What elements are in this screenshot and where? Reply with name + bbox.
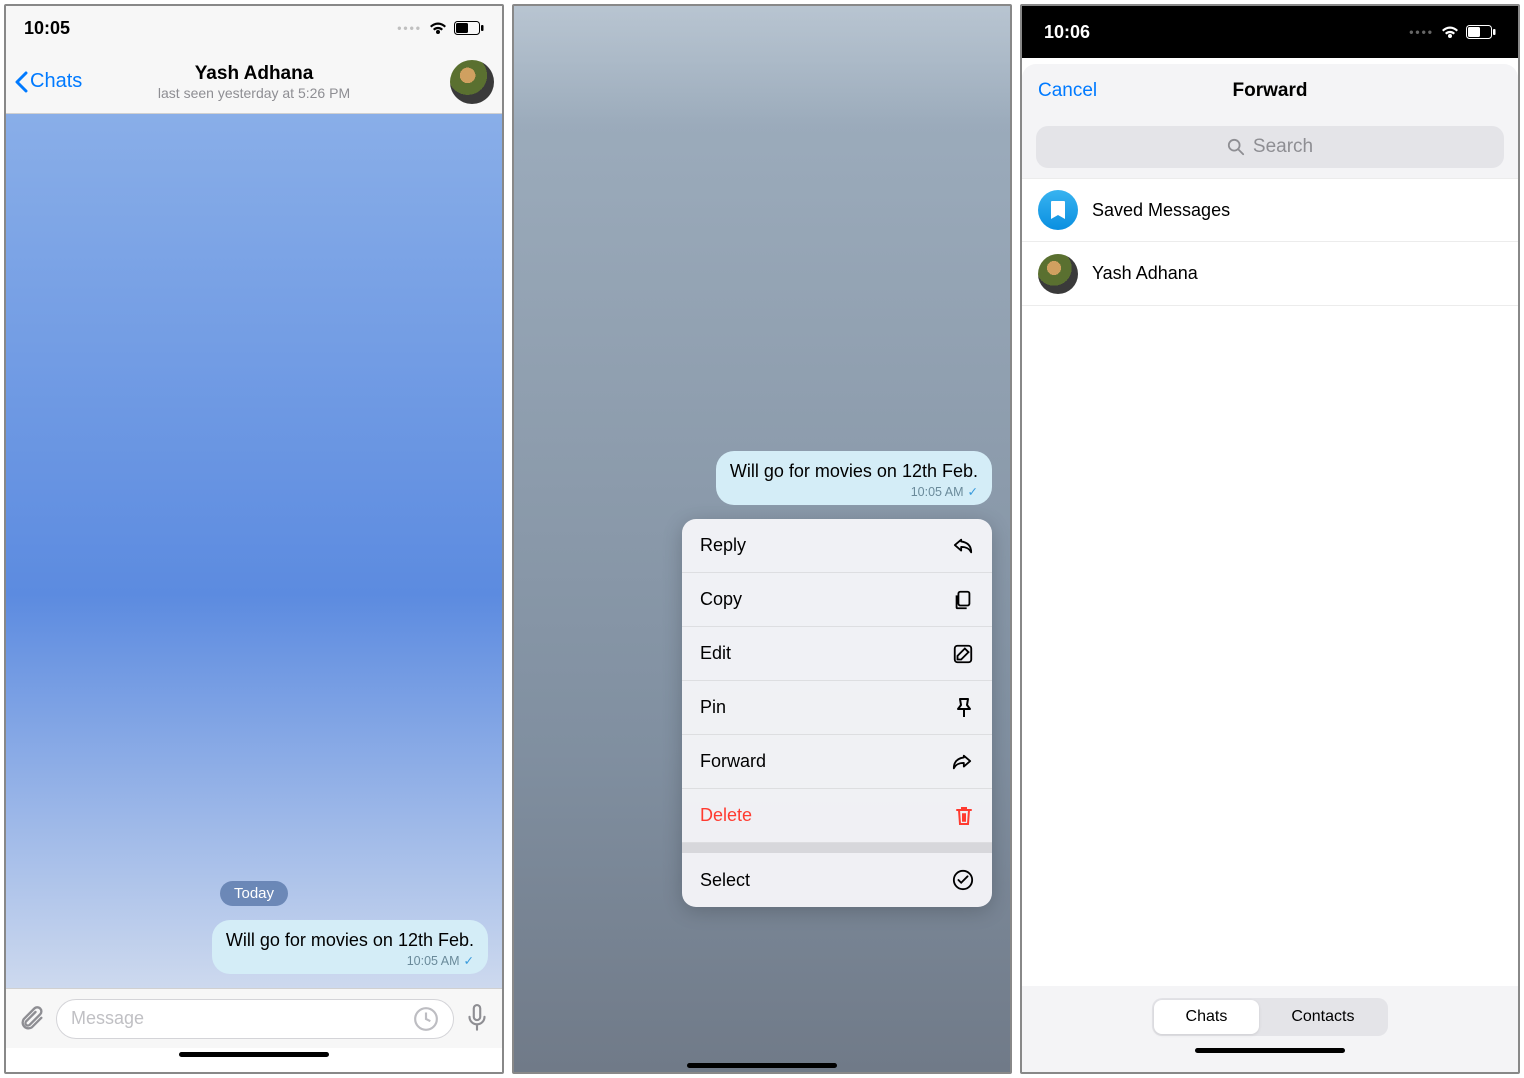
message-time: 10:05 AM (911, 485, 964, 499)
search-placeholder: Search (1253, 136, 1313, 158)
microphone-icon[interactable] (464, 1004, 490, 1034)
pin-icon (954, 697, 974, 719)
blurred-background (514, 6, 1010, 126)
status-right: •••• (1409, 24, 1496, 40)
status-bar: 10:05 •••• (6, 6, 502, 50)
back-button[interactable]: Chats (14, 70, 82, 93)
screen-forward: 10:06 •••• Cancel Forward Search Saved M… (1020, 4, 1520, 1074)
battery-icon (454, 21, 484, 35)
trash-icon (954, 805, 974, 827)
message-input[interactable]: Message (56, 999, 454, 1039)
sheet-title: Forward (1233, 80, 1308, 102)
chevron-left-icon (14, 71, 28, 93)
message-time: 10:05 AM (407, 954, 460, 968)
screen-chat: 10:05 •••• Chats Yash Adhana last seen y… (4, 4, 504, 1074)
copy-icon (952, 589, 974, 611)
segment-control: Chats Contacts (1152, 998, 1389, 1036)
last-seen-status: last seen yesterday at 5:26 PM (158, 85, 350, 101)
edit-icon (952, 643, 974, 665)
menu-separator (682, 843, 992, 853)
outgoing-message[interactable]: Will go for movies on 12th Feb. 10:05 AM… (212, 920, 488, 974)
menu-delete-label: Delete (700, 805, 752, 826)
date-separator: Today (220, 881, 288, 906)
forward-icon (950, 752, 974, 772)
row-label: Yash Adhana (1092, 263, 1198, 284)
message-input-bar: Message (6, 988, 502, 1048)
wifi-icon (428, 20, 448, 36)
status-bar: 10:06 •••• (1022, 6, 1518, 58)
selected-message[interactable]: Will go for movies on 12th Feb. 10:05 AM… (716, 451, 992, 505)
row-saved-messages[interactable]: Saved Messages (1022, 178, 1518, 242)
segment-chats[interactable]: Chats (1154, 1000, 1260, 1034)
select-check-icon (952, 869, 974, 891)
menu-reply-label: Reply (700, 535, 746, 556)
cancel-button[interactable]: Cancel (1038, 80, 1097, 102)
back-label: Chats (30, 70, 82, 93)
home-indicator[interactable] (6, 1048, 502, 1072)
row-label: Saved Messages (1092, 200, 1230, 221)
forward-target-list: Saved Messages Yash Adhana (1022, 178, 1518, 986)
chat-body[interactable]: Today Will go for movies on 12th Feb. 10… (6, 114, 502, 988)
contact-avatar[interactable] (450, 60, 494, 104)
menu-select-label: Select (700, 870, 750, 891)
screen-context-menu: Will go for movies on 12th Feb. 10:05 AM… (512, 4, 1012, 1074)
status-dots-icon: •••• (1409, 25, 1434, 39)
menu-forward[interactable]: Forward (682, 735, 992, 789)
bookmark-icon (1038, 190, 1078, 230)
battery-icon (1466, 25, 1496, 39)
segment-wrap: Chats Contacts (1022, 986, 1518, 1044)
sheet-header: Cancel Forward (1022, 64, 1518, 118)
row-contact[interactable]: Yash Adhana (1022, 242, 1518, 306)
search-wrap: Search (1022, 118, 1518, 178)
menu-pin-label: Pin (700, 697, 726, 718)
message-text: Will go for movies on 12th Feb. (730, 461, 978, 482)
search-icon (1227, 138, 1245, 156)
message-sent-check-icon: ✓ (464, 953, 474, 968)
message-sent-check-icon: ✓ (968, 484, 978, 499)
chat-title-block[interactable]: Yash Adhana last seen yesterday at 5:26 … (158, 63, 350, 101)
reply-icon (952, 536, 974, 556)
contact-name: Yash Adhana (158, 63, 350, 85)
status-time: 10:06 (1044, 22, 1090, 43)
menu-pin[interactable]: Pin (682, 681, 992, 735)
menu-copy[interactable]: Copy (682, 573, 992, 627)
attach-icon[interactable] (18, 1005, 46, 1033)
message-placeholder: Message (71, 1008, 144, 1029)
segment-contacts[interactable]: Contacts (1259, 1000, 1386, 1034)
home-indicator[interactable] (687, 1063, 837, 1068)
home-indicator[interactable] (1022, 1044, 1518, 1072)
search-input[interactable]: Search (1036, 126, 1504, 168)
forward-sheet: Cancel Forward Search Saved Messages Yas… (1022, 64, 1518, 1072)
menu-delete[interactable]: Delete (682, 789, 992, 843)
menu-copy-label: Copy (700, 589, 742, 610)
message-text: Will go for movies on 12th Feb. (226, 930, 474, 951)
menu-edit[interactable]: Edit (682, 627, 992, 681)
chat-header: Chats Yash Adhana last seen yesterday at… (6, 50, 502, 114)
wifi-icon (1440, 24, 1460, 40)
sticker-icon[interactable] (413, 1006, 439, 1032)
context-menu: Reply Copy Edit Pin Forward Delete (682, 519, 992, 907)
menu-forward-label: Forward (700, 751, 766, 772)
status-dots-icon: •••• (397, 21, 422, 35)
menu-reply[interactable]: Reply (682, 519, 992, 573)
menu-select[interactable]: Select (682, 853, 992, 907)
contact-avatar (1038, 254, 1078, 294)
menu-edit-label: Edit (700, 643, 731, 664)
status-time: 10:05 (24, 18, 70, 39)
status-right: •••• (397, 20, 484, 36)
